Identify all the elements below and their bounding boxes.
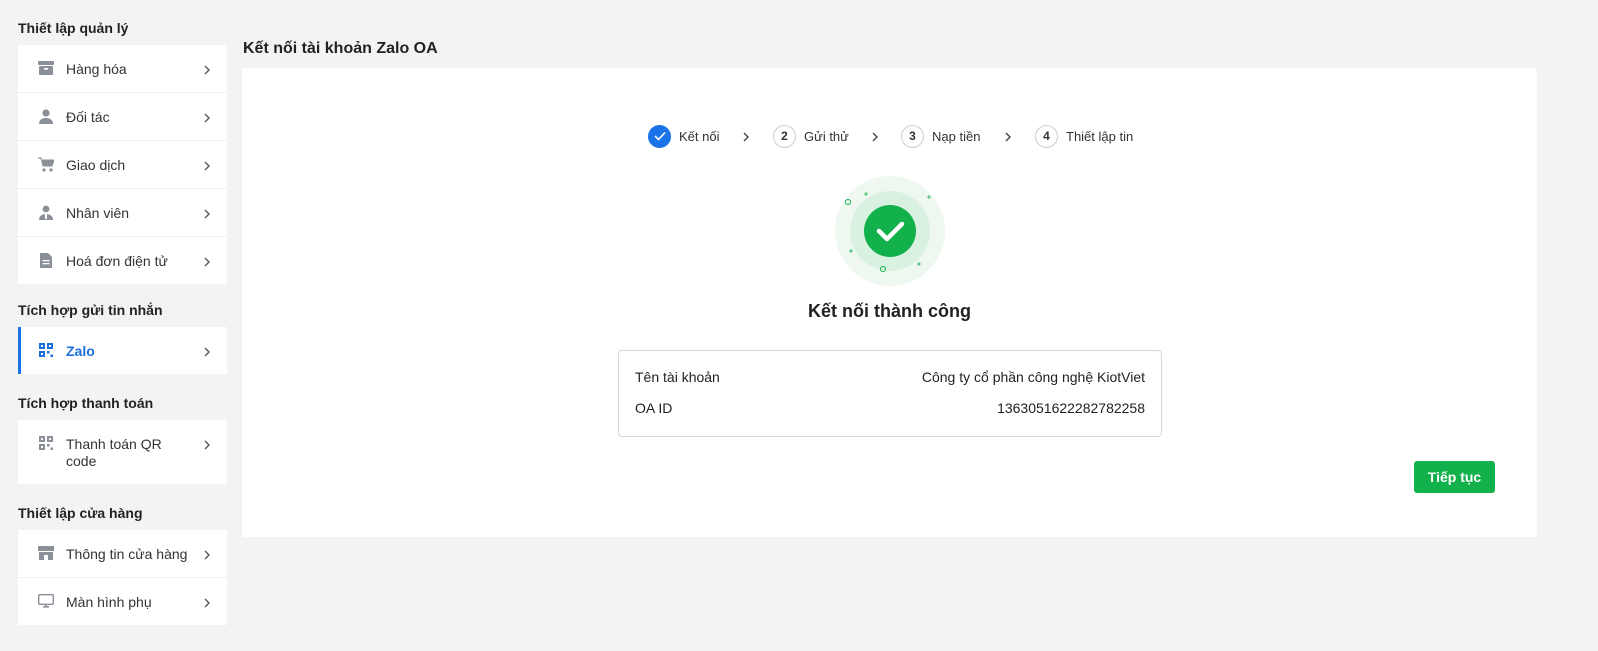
oa-id-value: 1363051622282782258 xyxy=(997,400,1145,416)
chevron-right-icon xyxy=(1002,130,1014,142)
payment-menu: Thanh toán QR code xyxy=(18,420,227,484)
content-card: Kết nối 2 Gửi thử 3 Nạp tiền 4 Thiết lập… xyxy=(242,68,1537,537)
messaging-menu: Zalo xyxy=(18,327,227,374)
sidebar-item-label: Thông tin cửa hàng xyxy=(66,546,188,562)
qr-icon xyxy=(38,435,54,451)
check-icon xyxy=(648,124,671,148)
chevron-right-icon xyxy=(201,345,213,357)
employee-icon xyxy=(38,204,54,220)
chevron-right-icon xyxy=(201,63,213,75)
sidebar-item-label: Đối tác xyxy=(66,109,110,125)
success-title: Kết nối thành công xyxy=(808,301,971,321)
section-title-store: Thiết lập cửa hàng xyxy=(18,505,143,521)
sidebar-item-label: Giao dịch xyxy=(66,157,126,173)
sidebar-item-qr-payment[interactable]: Thanh toán QR code xyxy=(18,420,227,484)
sidebar-item-label: Thanh toán QR code xyxy=(66,436,162,469)
store-menu: Thông tin cửa hàng Màn hình phụ xyxy=(18,530,227,625)
sidebar-item-secondary-screen[interactable]: Màn hình phụ xyxy=(18,578,227,625)
oa-id-label: OA ID xyxy=(635,400,673,416)
sidebar-item-label: Zalo xyxy=(66,343,95,359)
sidebar-item-store-info[interactable]: Thông tin cửa hàng xyxy=(18,530,227,578)
account-name-row: Tên tài khoản Công ty cổ phần công nghệ … xyxy=(635,369,1145,385)
step-message-setup: 4 Thiết lập tin xyxy=(1035,124,1133,148)
user-icon xyxy=(38,108,54,124)
sidebar-item-transactions[interactable]: Giao dịch xyxy=(18,141,227,189)
cart-icon xyxy=(38,156,54,172)
chevron-right-icon xyxy=(201,255,213,267)
step-label: Nạp tiền xyxy=(932,128,981,144)
step-number: 2 xyxy=(773,124,796,148)
sidebar-item-label: Hàng hóa xyxy=(66,61,127,77)
account-info-box: Tên tài khoản Công ty cổ phần công nghệ … xyxy=(618,350,1162,437)
step-label: Gửi thử xyxy=(804,128,849,144)
section-title-management: Thiết lập quản lý xyxy=(18,20,129,36)
management-menu: Hàng hóa Đối tác Giao dịch Nhân viên Hoá… xyxy=(18,45,227,284)
continue-button[interactable]: Tiếp tục xyxy=(1414,461,1495,493)
document-icon xyxy=(38,252,54,268)
qr-icon xyxy=(38,342,54,358)
step-number: 3 xyxy=(901,124,924,148)
chevron-right-icon xyxy=(201,111,213,123)
sidebar-item-products[interactable]: Hàng hóa xyxy=(18,45,227,93)
section-title-payment: Tích hợp thanh toán xyxy=(18,395,154,411)
sidebar-item-label: Màn hình phụ xyxy=(66,594,152,610)
step-label: Thiết lập tin xyxy=(1066,128,1134,144)
store-icon xyxy=(38,545,54,561)
chevron-right-icon xyxy=(869,130,881,142)
chevron-right-icon xyxy=(201,207,213,219)
box-icon xyxy=(38,60,54,76)
step-send-test: 2 Gửi thử xyxy=(773,124,849,148)
chevron-right-icon xyxy=(201,438,213,450)
sidebar-item-partners[interactable]: Đối tác xyxy=(18,93,227,141)
chevron-right-icon xyxy=(201,596,213,608)
chevron-right-icon xyxy=(201,548,213,560)
chevron-right-icon xyxy=(201,159,213,171)
monitor-icon xyxy=(38,593,54,609)
step-label: Kết nối xyxy=(679,128,720,144)
sidebar-item-zalo[interactable]: Zalo xyxy=(18,327,227,374)
oa-id-row: OA ID 1363051622282782258 xyxy=(635,400,1145,416)
section-title-messaging: Tích hợp gửi tin nhắn xyxy=(18,302,163,318)
sidebar-item-label: Nhân viên xyxy=(66,205,130,221)
account-name-label: Tên tài khoản xyxy=(635,369,720,385)
sidebar-item-label: Hoá đơn điện tử xyxy=(66,253,168,269)
stepper: Kết nối 2 Gửi thử 3 Nạp tiền 4 Thiết lập… xyxy=(648,124,1148,148)
sidebar-item-e-invoice[interactable]: Hoá đơn điện tử xyxy=(18,237,227,284)
sidebar-item-employees[interactable]: Nhân viên xyxy=(18,189,227,237)
success-check-icon xyxy=(835,176,945,286)
step-top-up: 3 Nạp tiền xyxy=(901,124,980,148)
step-connect: Kết nối xyxy=(648,124,719,148)
chevron-right-icon xyxy=(740,130,752,142)
step-number: 4 xyxy=(1035,124,1058,148)
account-name-value: Công ty cổ phần công nghệ KiotViet xyxy=(921,369,1145,385)
page-title: Kết nối tài khoản Zalo OA xyxy=(243,40,438,57)
